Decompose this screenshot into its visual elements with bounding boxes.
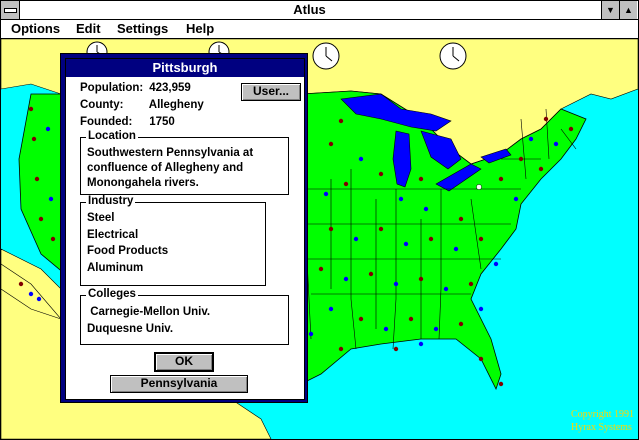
copyright-line2: Hyrax Systems — [571, 422, 632, 433]
population-row: Population: 423,959 — [80, 82, 191, 94]
city-info-dialog: Pittsburgh Population: 423,959 County: A… — [60, 53, 308, 403]
colleges-box: Colleges Carnegie-Mellon Univ. Duquesne … — [80, 288, 289, 345]
maximize-button[interactable]: ▲ — [619, 1, 637, 19]
industry-item: Food Products — [87, 245, 169, 257]
county-value: Allegheny — [148, 99, 204, 111]
location-title: Location — [86, 130, 138, 142]
copyright-line1: Copyright 1991 — [571, 409, 634, 420]
title-bar: Atlus ▼ ▲ — [1, 1, 638, 20]
industry-title: Industry — [86, 195, 136, 207]
minimize-button[interactable]: ▼ — [601, 1, 619, 19]
founded-label: Founded: — [80, 116, 133, 128]
college-item: Carnegie-Mellon Univ. — [87, 306, 211, 318]
founded-value: 1750 — [149, 116, 175, 128]
ok-button[interactable]: OK — [154, 352, 214, 372]
menu-edit[interactable]: Edit — [76, 21, 101, 36]
menu-help[interactable]: Help — [186, 21, 214, 36]
menu-bar: Options Edit Settings Help — [1, 20, 638, 39]
window-title: Atlus — [293, 2, 326, 17]
menu-options[interactable]: Options — [11, 21, 60, 36]
system-menu-icon — [4, 8, 17, 13]
industry-item: Steel — [87, 212, 115, 224]
system-menu-button[interactable] — [1, 1, 20, 19]
state-button[interactable]: Pennsylvania — [110, 375, 248, 393]
dialog-body: Pittsburgh Population: 423,959 County: A… — [65, 58, 305, 400]
industry-box: Industry Steel Electrical Food Products … — [80, 195, 266, 286]
county-row: County: Allegheny — [80, 99, 204, 111]
app-window: Atlus ▼ ▲ Options Edit Settings Help Cop… — [0, 0, 639, 440]
location-text: Southwestern Pennsylvania at confluence … — [87, 147, 254, 189]
founded-row: Founded: 1750 — [80, 116, 175, 128]
location-box: Location Southwestern Pennsylvania at co… — [80, 130, 289, 195]
clock-icon — [439, 42, 467, 70]
colleges-list: Carnegie-Mellon Univ. Duquesne Univ. — [87, 304, 282, 337]
county-label: County: — [80, 99, 124, 111]
dialog-title: Pittsburgh — [66, 59, 304, 77]
college-item: Duquesne Univ. — [87, 322, 174, 335]
population-label: Population: — [80, 82, 144, 94]
industry-item: Electrical — [87, 228, 139, 241]
industry-list: Steel Electrical Food Products Aluminum — [87, 210, 259, 276]
industry-item: Aluminum — [87, 261, 144, 274]
user-button[interactable]: User... — [241, 83, 301, 101]
menu-settings[interactable]: Settings — [117, 21, 168, 36]
clock-icon — [312, 42, 340, 70]
colleges-title: Colleges — [86, 288, 138, 300]
population-value: 423,959 — [149, 82, 191, 94]
